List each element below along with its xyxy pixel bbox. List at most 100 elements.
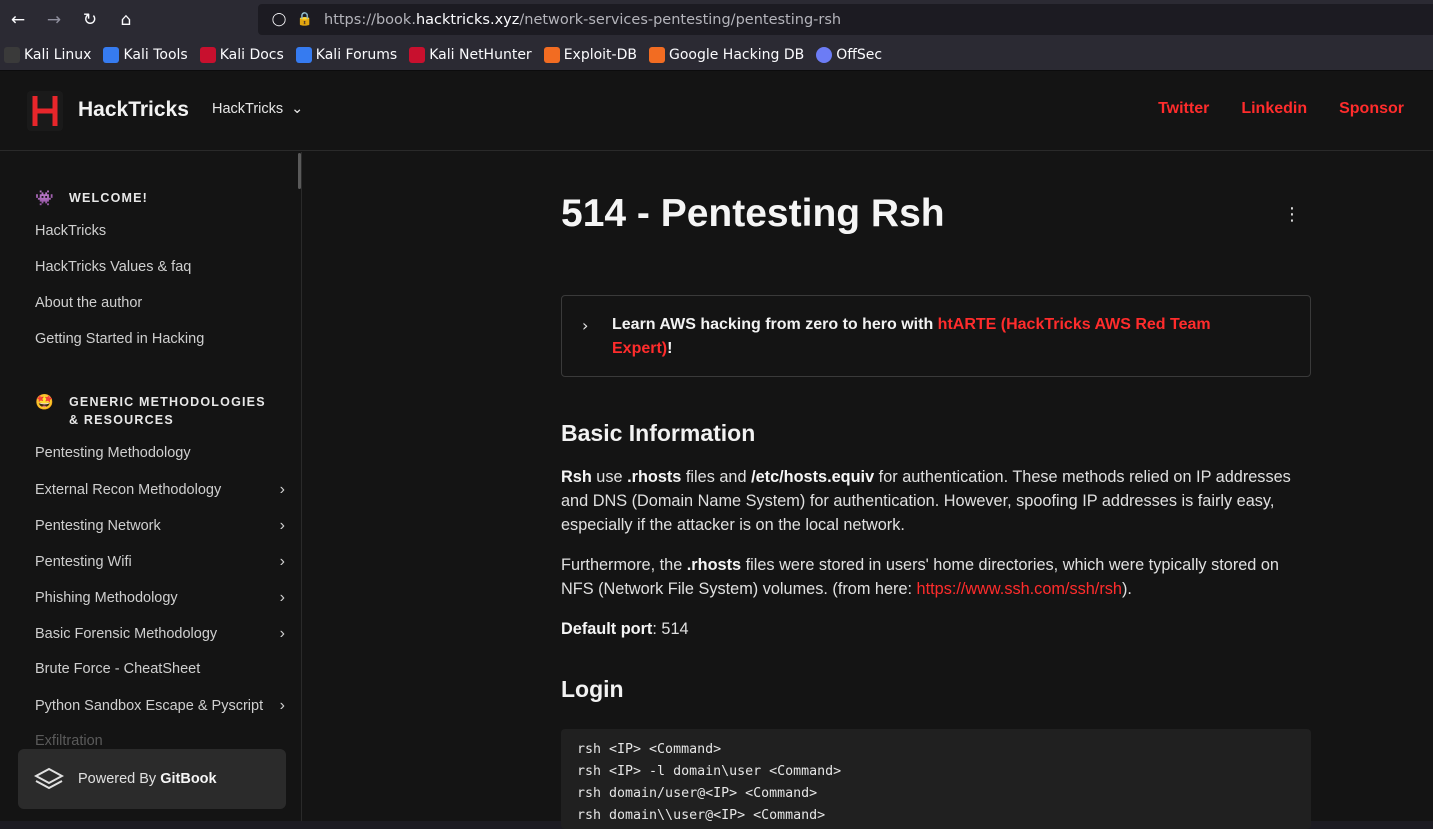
section-welcome: 👾 WELCOME! [35,189,279,207]
powered-by-gitbook[interactable]: Powered By GitBook [18,749,286,809]
chevron-down-icon: ⌄ [291,101,304,117]
code-line: rsh domain/user@<IP> <Command> [577,786,818,801]
kali-nethunter-icon [409,46,426,63]
gitbook-logo-icon [34,767,64,790]
forward-arrow-icon[interactable]: → [36,0,72,39]
code-line: rsh <IP> <Command> [577,742,722,757]
exploit-db-icon [543,46,560,63]
sidebar-item-label: Pentesting Network [35,518,161,534]
sidebar-item-about-author[interactable]: About the author [35,295,285,311]
sidebar-item-external-recon[interactable]: External Recon Methodology › [35,481,285,499]
sidebar-item-getting-started[interactable]: Getting Started in Hacking [35,331,285,347]
bookmark-offsec[interactable]: OffSec [816,46,882,63]
section-title: WELCOME! [69,191,149,205]
paragraph-rhosts: Furthermore, the .rhosts files were stor… [561,553,1311,601]
aws-training-callout[interactable]: › Learn AWS hacking from zero to hero wi… [561,295,1311,377]
sidebar-item-values-faq[interactable]: HackTricks Values & faq [35,259,285,275]
hacktricks-logo-icon[interactable] [27,91,63,131]
sidebar-item-label: HackTricks Values & faq [35,259,192,275]
sidebar-item-phishing[interactable]: Phishing Methodology › [35,589,285,607]
sidebar-item-label: Pentesting Methodology [35,445,191,461]
sidebar-item-hacktricks[interactable]: HackTricks [35,223,285,239]
more-options-icon[interactable]: ⋮ [1283,204,1301,225]
bookmark-kali-forums[interactable]: Kali Forums [295,46,398,63]
bookmark-kali-nethunter[interactable]: Kali NetHunter [409,46,532,63]
kali-docs-icon [199,46,216,63]
bookmark-kali-tools[interactable]: Kali Tools [103,46,188,63]
sidebar-item-label: Brute Force - CheatSheet [35,661,201,677]
sidebar-item-brute-force[interactable]: Brute Force - CheatSheet [35,661,285,677]
term-rsh: Rsh [561,468,592,486]
sidebar-item-forensic[interactable]: Basic Forensic Methodology › [35,625,285,643]
bookmark-label: Kali Forums [315,46,398,63]
gitbook-prefix: Powered By [78,771,161,787]
text-span: use [591,468,628,486]
chevron-right-icon[interactable]: › [280,517,285,535]
sidebar[interactable]: 👾 WELCOME! HackTricks HackTricks Values … [0,152,302,821]
heading-login: Login [561,676,624,702]
bookmark-label: Google Hacking DB [668,46,805,63]
space-switcher[interactable]: HackTricks ⌄ [212,101,303,117]
callout-text: Learn AWS hacking from zero to hero with… [612,313,1272,361]
kali-forums-icon [295,46,312,63]
chevron-right-icon[interactable]: › [280,589,285,607]
url-path: /network-services-pentesting/pentesting-… [519,11,842,28]
lock-icon[interactable]: 🔒 [292,12,318,27]
bookmark-google-hacking-db[interactable]: Google Hacking DB [648,46,805,63]
sidebar-item-label: External Recon Methodology [35,482,222,498]
sidebar-item-pentesting-network[interactable]: Pentesting Network › [35,517,285,535]
sidebar-item-label: Phishing Methodology [35,590,178,606]
site-title[interactable]: HackTricks [78,98,189,122]
callout-suffix: ! [667,340,673,357]
ssh-com-link[interactable]: https://www.ssh.com/ssh/rsh [917,580,1122,598]
sidebar-scrollbar[interactable] [298,153,301,189]
term-hosts-equiv: /etc/hosts.equiv [751,468,875,486]
code-line: rsh domain\\user@<IP> <Command> [577,808,826,823]
default-port-value: : 514 [652,620,689,638]
paragraph-basic-info: Rsh use .rhosts files and /etc/hosts.equ… [561,465,1311,537]
browser-toolbar: ← → ↻ ⌂ ◯ 🔒 https://book.hacktricks.xyz/… [0,0,1433,39]
code-block-login[interactable]: rsh <IP> <Command> rsh <IP> -l domain\us… [561,729,1311,829]
ghdb-icon [648,46,665,63]
callout-lead: Learn AWS hacking from zero to hero with [612,316,938,333]
text-span: files and [681,468,752,486]
chevron-right-icon[interactable]: › [280,625,285,643]
bookmark-kali-linux[interactable]: Kali Linux [4,46,91,63]
default-port-label: Default port [561,620,653,638]
sidebar-item-label: About the author [35,295,143,311]
bookmark-label: Exploit-DB [563,46,637,63]
url-prefix: https://book. [324,11,416,28]
sidebar-item-label: Basic Forensic Methodology [35,626,218,642]
term-rhosts: .rhosts [627,468,682,486]
sidebar-item-python-sandbox[interactable]: Python Sandbox Escape & Pyscript › [35,697,285,715]
home-icon[interactable]: ⌂ [108,0,144,39]
star-struck-icon: 🤩 [35,393,54,411]
sidebar-item-exfiltration[interactable]: Exfiltration [35,733,285,749]
bookmark-label: Kali Tools [123,46,188,63]
text-span: Furthermore, the [561,556,687,574]
chevron-right-icon[interactable]: › [280,697,285,715]
reload-icon[interactable]: ↻ [72,0,108,39]
chevron-right-icon[interactable]: › [582,316,588,335]
bookmark-kali-docs[interactable]: Kali Docs [199,46,284,63]
paragraph-default-port: Default port: 514 [561,617,1311,641]
chevron-right-icon[interactable]: › [280,481,285,499]
sidebar-item-label: HackTricks [35,223,107,239]
sidebar-item-label: Exfiltration [35,733,103,749]
chevron-right-icon[interactable]: › [280,553,285,571]
address-bar[interactable]: ◯ 🔒 https://book.hacktricks.xyz/network-… [258,4,1433,35]
sidebar-item-pentesting-methodology[interactable]: Pentesting Methodology [35,445,285,461]
shield-icon[interactable]: ◯ [266,12,292,27]
url-text[interactable]: https://book.hacktricks.xyz/network-serv… [324,12,841,28]
sponsor-link[interactable]: Sponsor [1339,100,1404,118]
bookmark-label: Kali NetHunter [429,46,532,63]
bookmark-exploit-db[interactable]: Exploit-DB [543,46,637,63]
linkedin-link[interactable]: Linkedin [1241,100,1307,118]
back-arrow-icon[interactable]: ← [0,0,36,39]
kali-tools-icon [103,46,120,63]
site-header: HackTricks HackTricks ⌄ Twitter Linkedin… [0,71,1433,151]
sidebar-item-pentesting-wifi[interactable]: Pentesting Wifi › [35,553,285,571]
term-rhosts: .rhosts [686,556,742,574]
text-span: ). [1121,580,1132,598]
twitter-link[interactable]: Twitter [1158,100,1209,118]
